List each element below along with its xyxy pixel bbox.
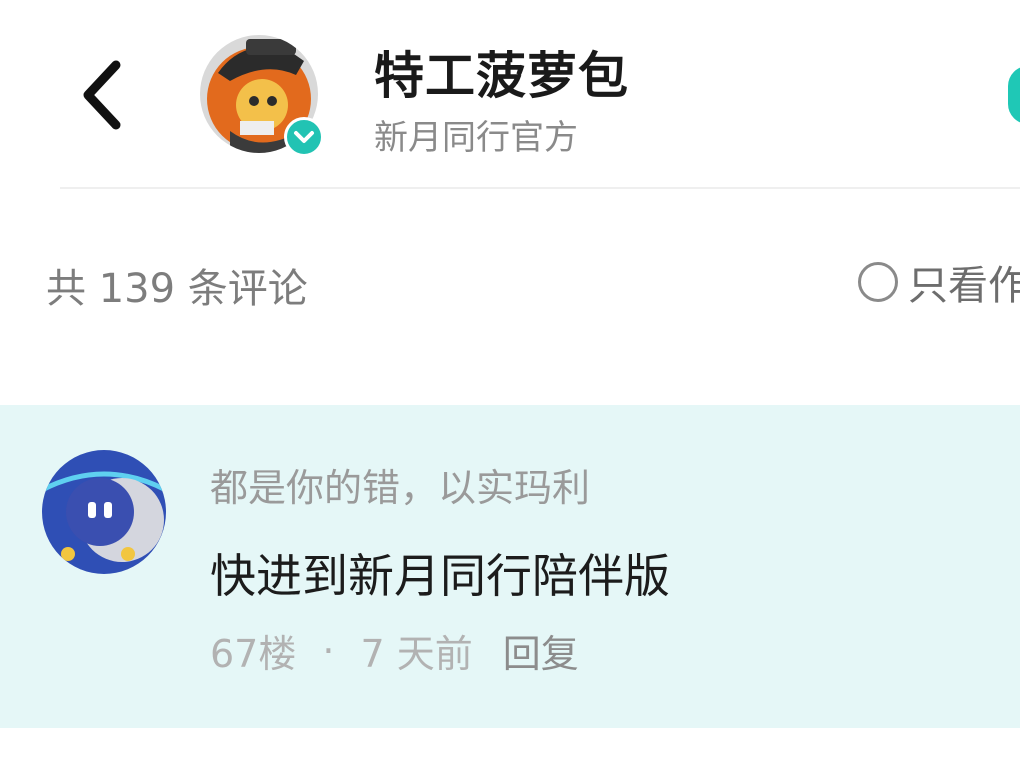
only-author-label: 只看作者 <box>908 263 1020 309</box>
comment-meta: 67楼 · 7 天前 回复 <box>210 623 579 678</box>
floor-number: 67楼 <box>210 632 297 676</box>
commenter-name[interactable]: 都是你的错，以实玛利 <box>210 457 590 512</box>
chevron-left-icon <box>83 60 121 130</box>
verified-badge <box>284 117 324 157</box>
verified-check-icon <box>294 131 314 143</box>
author-subtitle: 新月同行官方 <box>374 118 578 158</box>
radio-unchecked-icon <box>858 262 898 302</box>
header-divider <box>60 187 1020 189</box>
comment-item[interactable]: 都是你的错，以实玛利 快进到新月同行陪伴版 67楼 · 7 天前 回复 <box>0 405 1020 728</box>
comment-text: 快进到新月同行陪伴版 <box>210 549 670 603</box>
meta-separator: · <box>322 628 335 673</box>
author-name[interactable]: 特工菠萝包 <box>374 36 629 108</box>
author-avatar[interactable] <box>200 35 324 159</box>
only-author-toggle[interactable]: 只看作者 <box>858 256 1020 309</box>
reply-button[interactable]: 回复 <box>503 623 579 678</box>
comment-count: 共 139 条评论 <box>46 266 308 312</box>
post-header: 特工菠萝包 新月同行官方 <box>0 0 1020 189</box>
back-button[interactable] <box>62 50 142 140</box>
comment-time: 7 天前 <box>360 632 473 676</box>
comment-detail-page: 特工菠萝包 新月同行官方 共 139 条评论 只看作者 都是你的错，以实玛利 快… <box>0 0 1020 765</box>
commenter-avatar[interactable] <box>42 450 166 574</box>
follow-button[interactable] <box>1008 66 1020 124</box>
